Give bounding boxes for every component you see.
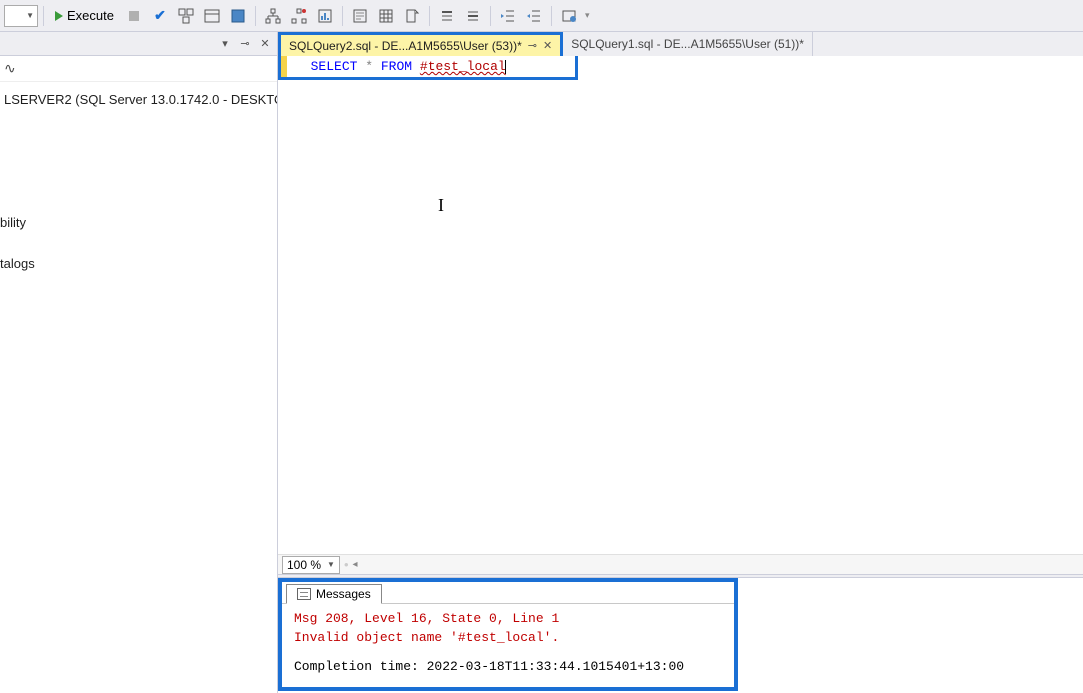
messages-body[interactable]: Msg 208, Level 16, State 0, Line 1 Inval… [282,604,734,687]
panel-header: ▾ ⊸ ✕ [0,32,277,56]
options-icon [204,8,220,24]
messages-tab[interactable]: Messages [286,584,382,604]
outdent-button[interactable] [522,4,546,28]
pin-icon[interactable]: ⊸ [237,36,253,52]
keyword: FROM [381,59,412,74]
stats-icon [317,8,333,24]
text-icon [352,8,368,24]
include-plan-button[interactable] [261,4,285,28]
stop-button[interactable] [122,4,146,28]
object-explorer-tree[interactable]: LSERVER2 (SQL Server 13.0.1742.0 - DESKT… [0,82,277,693]
zoom-value: 100 % [287,558,321,572]
editor-area: SQLQuery2.sql - DE...A1M5655\User (53))*… [278,32,1083,693]
parse-button[interactable]: ✔ [148,4,172,28]
intellisense-icon [230,8,246,24]
close-tab-icon[interactable]: ✕ [543,39,552,52]
dropdown-icon[interactable]: ▾ [217,36,233,52]
main-toolbar: ▼ Execute ✔ [0,0,1083,32]
tree-item[interactable]: bility [0,211,277,234]
file-icon [404,8,420,24]
close-panel-icon[interactable]: ✕ [257,36,273,52]
editor-highlight: SELECT * FROM #test_local [278,56,578,80]
editor-body[interactable]: I [278,80,1083,554]
completion-line: Completion time: 2022-03-18T11:33:44.101… [294,658,722,677]
database-selector[interactable]: ▼ [4,5,38,27]
sql-line[interactable]: SELECT * FROM #test_local [281,56,575,77]
text-cursor [505,60,506,74]
zoom-selector[interactable]: 100 % ▼ [282,556,340,574]
grid-icon [378,8,394,24]
tab-label: SQLQuery2.sql - DE...A1M5655\User (53))* [289,39,522,53]
tree-icon [265,8,281,24]
intellisense-button[interactable] [226,4,250,28]
results-file-button[interactable] [400,4,424,28]
error-line: Invalid object name '#test_local'. [294,629,722,648]
client-stats-button[interactable] [313,4,337,28]
operator: * [365,59,373,74]
execute-label: Execute [67,8,114,23]
tab-inactive[interactable]: SQLQuery1.sql - DE...A1M5655\User (51))* [563,32,813,56]
outdent-icon [526,8,542,24]
editor-tabs: SQLQuery2.sql - DE...A1M5655\User (53))*… [278,32,1083,56]
check-icon: ✔ [154,7,166,24]
messages-panel: Messages Msg 208, Level 16, State 0, Lin… [278,578,738,691]
tab-active[interactable]: SQLQuery2.sql - DE...A1M5655\User (53))*… [278,32,563,56]
ibeam-cursor-icon: I [438,195,444,216]
connect-icon[interactable]: ∿ [4,61,16,77]
server-node[interactable]: LSERVER2 (SQL Server 13.0.1742.0 - DESKT… [0,88,277,111]
live-icon [291,8,307,24]
indent-button[interactable] [496,4,520,28]
live-stats-button[interactable] [287,4,311,28]
pin-tab-icon[interactable]: ⊸ [528,39,537,52]
uncomment-button[interactable] [461,4,485,28]
tree-item[interactable]: talogs [0,252,277,275]
play-icon [55,11,63,21]
template-icon [561,8,577,24]
identifier: #test_local [420,59,506,74]
stop-icon [129,11,139,21]
execute-button[interactable]: Execute [49,4,120,28]
query-options-button[interactable] [200,4,224,28]
specify-values-button[interactable] [557,4,581,28]
results-grid-button[interactable] [374,4,398,28]
panel-toolbar: ∿ [0,56,277,82]
plan-icon [178,8,194,24]
comment-button[interactable] [435,4,459,28]
results-text-button[interactable] [348,4,372,28]
object-explorer-panel: ▾ ⊸ ✕ ∿ LSERVER2 (SQL Server 13.0.1742.0… [0,32,278,693]
indent-icon [500,8,516,24]
messages-icon [297,588,311,600]
tab-label: SQLQuery1.sql - DE...A1M5655\User (51))* [571,37,804,51]
comment-icon [439,8,455,24]
change-marker [281,56,287,77]
uncomment-icon [465,8,481,24]
estimated-plan-button[interactable] [174,4,198,28]
zoom-bar: 100 % ▼ • ◂ [278,554,1083,574]
error-line: Msg 208, Level 16, State 0, Line 1 [294,610,722,629]
messages-label: Messages [316,587,371,601]
keyword: SELECT [311,59,358,74]
scroll-left-icon[interactable]: ◂ [353,559,358,570]
